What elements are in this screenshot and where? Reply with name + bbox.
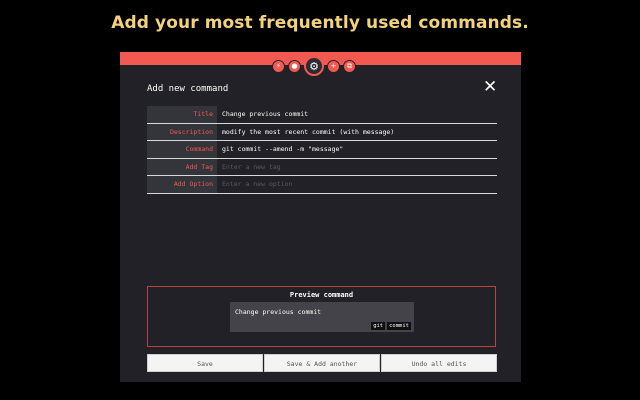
description-label: Description	[147, 123, 217, 140]
app-panel: ⚡ ● ⚙ + ⧉ Add new command ✕ Title Change…	[120, 52, 521, 382]
action-buttons: Save Save & Add another Undo all edits	[147, 354, 497, 372]
save-button[interactable]: Save	[147, 354, 263, 372]
command-label: Command	[147, 141, 217, 158]
command-row: Command git commit --amend -m "message"	[147, 141, 497, 159]
plus-icon[interactable]: +	[327, 59, 340, 73]
add-tag-input[interactable]: Enter a new tag	[217, 159, 497, 176]
preview-card-title: Change previous commit	[235, 308, 322, 316]
external-link-icon[interactable]: ⧉	[343, 59, 356, 73]
close-icon[interactable]: ✕	[483, 79, 497, 96]
page-headline: Add your most frequently used commands.	[111, 13, 529, 33]
save-and-add-button[interactable]: Save & Add another	[264, 354, 380, 372]
add-tag-label: Add Tag	[147, 158, 217, 175]
add-option-label: Add Option	[147, 176, 217, 193]
add-option-row: Add Option Enter a new option	[147, 176, 497, 194]
command-form: Title Change previous commit Description…	[147, 106, 497, 194]
preview-card-tags: git commit	[371, 322, 411, 330]
location-pin-icon[interactable]: ●	[288, 59, 301, 73]
nav-icons: ⚡ ● ⚙ + ⧉	[272, 56, 356, 76]
title-input[interactable]: Change previous commit	[217, 106, 497, 123]
preview-title: Preview command	[283, 291, 360, 299]
bolt-icon[interactable]: ⚡	[272, 59, 285, 73]
panel-title: Add new command	[147, 84, 229, 94]
title-label: Title	[147, 106, 217, 123]
title-row: Title Change previous commit	[147, 106, 497, 124]
description-input[interactable]: modify the most recent commit (with mess…	[217, 124, 497, 141]
command-input[interactable]: git commit --amend -m "message"	[217, 141, 497, 158]
preview-card[interactable]: Change previous commit git commit	[230, 302, 414, 332]
add-tag-row: Add Tag Enter a new tag	[147, 158, 497, 176]
preview-box: Preview command Change previous commit g…	[147, 286, 496, 347]
add-option-input[interactable]: Enter a new option	[217, 176, 497, 193]
gear-icon[interactable]: ⚙	[304, 56, 324, 76]
tag-badge: commit	[387, 322, 411, 330]
description-row: Description modify the most recent commi…	[147, 123, 497, 141]
undo-all-edits-button[interactable]: Undo all edits	[381, 354, 497, 372]
tag-badge: git	[371, 322, 386, 330]
